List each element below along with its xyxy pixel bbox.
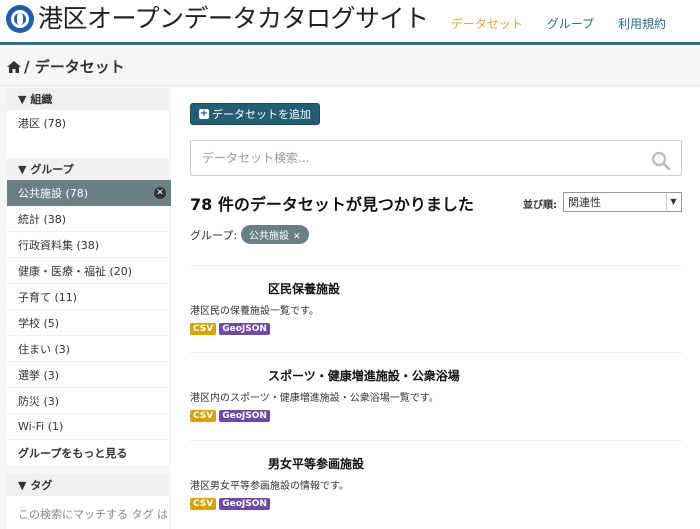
dataset-search-box [190,140,682,176]
dataset-title[interactable]: 区民保養施設 [268,280,340,297]
breadcrumb-current: / データセット [24,58,125,76]
search-input[interactable] [191,141,631,175]
nav-datasets[interactable]: データセット [451,15,523,32]
filter-icon: ▼ [18,478,27,492]
chevron-down-icon: ▼ [666,194,680,210]
nav-groups[interactable]: グループ [547,15,594,32]
facet-item-group[interactable]: 行政資料集 (38) [7,232,169,258]
minato-logo-icon [6,5,34,33]
remove-circle-icon[interactable]: ✕ [154,187,166,199]
facet-item-group[interactable]: Wi-Fi (1) [7,414,169,440]
format-badge-geojson[interactable]: GeoJSON [219,410,270,422]
format-badge-csv[interactable]: CSV [190,498,217,510]
filter-icon: ▼ [18,92,27,106]
facet-heading-tags: ▼ タグ [7,474,169,496]
format-badge-geojson[interactable]: GeoJSON [219,323,270,335]
facet-item-group[interactable]: 防災 (3) [7,388,169,414]
tags-empty-message: この検索にマッチする タグ は [18,508,168,521]
facet-sidebar: ▼ 組織 港区 (78) ▼ グループ 公共施設 (78) ✕ 統計 (38) … [7,88,179,529]
format-badge-csv[interactable]: CSV [190,410,217,422]
dataset-formats: CSV GeoJSON [190,498,270,510]
facet-item-group[interactable]: 住まい (3) [7,336,169,362]
filter-pill[interactable]: 公共施設 ✕ [241,225,309,244]
dataset-description: 港区民の保養施設一覧です。 [190,306,319,317]
main-nav: データセット グループ 利用規約 [451,15,666,32]
result-count-heading: 78 件のデータセットが見つかりました [190,195,474,214]
facet-item-group[interactable]: 統計 (38) [7,206,169,232]
facet-item-org[interactable]: 港区 (78) [7,110,169,136]
nav-terms[interactable]: 利用規約 [618,15,666,32]
spacer [7,466,169,474]
remove-filter-icon[interactable]: ✕ [293,232,301,242]
dataset-item: 男女平等参画施設 港区男女平等参画施設の情報です。 CSV GeoJSON [190,440,682,528]
active-filters: グループ: 公共施設 ✕ [190,225,309,244]
home-icon[interactable] [7,60,21,73]
sort-select[interactable]: 関連性 ▼ [563,192,682,212]
dataset-title[interactable]: 男女平等参画施設 [268,455,364,472]
facet-item-group[interactable]: 健康・医療・福祉 (20) [7,258,169,284]
main-content: + データセットを追加 78 件のデータセットが見つかりました 並び順: 関連性… [171,88,700,529]
dataset-item: スポーツ・健康増進施設・公衆浴場 港区内のスポーツ・健康増進施設・公衆浴場一覧で… [190,352,682,440]
filter-label: グループ: [190,228,238,242]
search-icon[interactable] [651,151,671,171]
filter-icon: ▼ [18,162,27,176]
facet-item-group[interactable]: 子育て (11) [7,284,169,310]
facet-item-group-active[interactable]: 公共施設 (78) ✕ [7,180,179,206]
facet-heading-organization: ▼ 組織 [7,88,169,110]
sort-label: 並び順: [523,200,557,211]
site-header: 港区オープンデータカタログサイト データセット グループ 利用規約 [0,0,700,45]
facet-item-group[interactable]: 選挙 (3) [7,362,169,388]
dataset-title[interactable]: スポーツ・健康増進施設・公衆浴場 [268,367,460,384]
format-badge-csv[interactable]: CSV [190,323,217,335]
site-logo[interactable]: 港区オープンデータカタログサイト [6,4,429,34]
breadcrumb: / データセット [0,48,700,86]
site-title[interactable]: 港区オープンデータカタログサイト [38,4,429,34]
dataset-description: 港区男女平等参画施設の情報です。 [190,481,349,492]
dataset-description: 港区内のスポーツ・健康増進施設・公衆浴場一覧です。 [190,393,439,404]
dataset-item: 区民保養施設 港区民の保養施設一覧です。 CSV GeoJSON [190,265,682,353]
facet-item-group[interactable]: 学校 (5) [7,310,169,336]
dataset-formats: CSV GeoJSON [190,323,270,335]
plus-icon: + [199,108,209,119]
format-badge-geojson[interactable]: GeoJSON [219,498,270,510]
dataset-formats: CSV GeoJSON [190,410,270,422]
facet-heading-group: ▼ グループ [7,158,169,180]
add-dataset-button[interactable]: + データセットを追加 [190,103,320,125]
more-groups-link[interactable]: グループをもっと見る [7,440,169,466]
